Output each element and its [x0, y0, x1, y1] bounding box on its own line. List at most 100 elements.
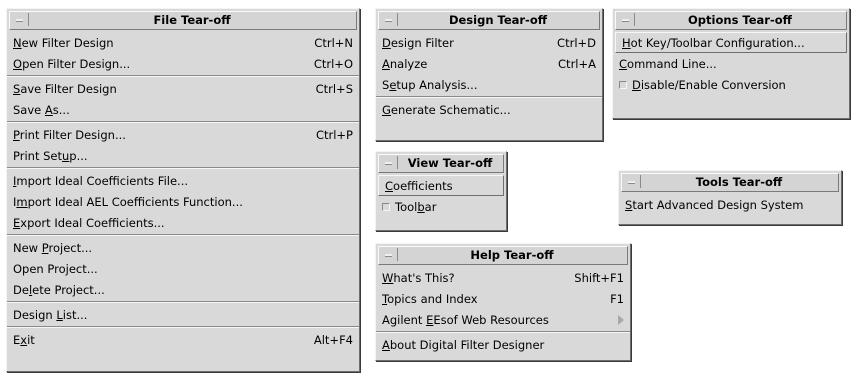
view-item[interactable]: Toolbar [376, 196, 506, 217]
menu-separator [7, 121, 359, 123]
file-item[interactable]: Open Project... [7, 258, 359, 279]
design-item[interactable]: Design Filter Ctrl+D [376, 32, 602, 53]
design-item[interactable]: Generate Schematic... [376, 99, 602, 120]
view-item[interactable]: Coefficients [378, 175, 504, 196]
menu-item-label: Start Advanced Design System [625, 198, 835, 212]
menu-item-label: Print Filter Design... [13, 128, 304, 142]
toggle-indicator-icon [382, 202, 390, 211]
menu-item-label: About Digital Filter Designer [382, 338, 624, 352]
accelerator: Ctrl+O [313, 56, 353, 71]
menu-item-label: Design Filter [382, 36, 545, 50]
options-menu-items: Hot Key/Toolbar Configuration... Command … [613, 32, 849, 95]
label-text: ot Key/Toolbar Configuration... [630, 35, 805, 50]
mnemonic: G [382, 102, 391, 117]
label-text: Design [13, 307, 57, 322]
label-text: esign Filter [390, 35, 454, 50]
design-tearoff-titlebar[interactable]: Design Tear-off [378, 11, 600, 30]
label-text: Tool [395, 199, 418, 214]
help-menu-items: What's This? Shift+F1 Topics and Index F1 Ag… [376, 267, 630, 355]
design-item[interactable]: Setup Analysis... [376, 74, 602, 95]
options-item[interactable]: Command Line... [613, 53, 849, 74]
file-tearoff-title: File Tear-off [153, 13, 231, 27]
menu-separator [7, 167, 359, 169]
menu-item-label: Import Ideal Coefficients File... [13, 174, 353, 188]
label-text: roject... [48, 240, 93, 255]
options-tearoff-titlebar[interactable]: Options Tear-off [615, 11, 847, 30]
label-text: ar [424, 199, 437, 214]
file-item[interactable]: Open Filter Design... Ctrl+O [7, 53, 359, 74]
label-text: Open Pro [13, 261, 66, 276]
menu-separator [7, 75, 359, 77]
file-item[interactable]: Delete Project... [7, 279, 359, 300]
window-menu-icon[interactable] [380, 13, 398, 26]
label-text: Agilent [382, 312, 427, 327]
file-item[interactable]: New Project... [7, 237, 359, 258]
label-text: tup Analysis... [396, 77, 478, 92]
menu-item-label: What's This? [382, 271, 562, 285]
menu-item-label: Open Project... [13, 262, 353, 276]
file-item[interactable]: Exit Alt+F4 [7, 329, 359, 350]
label-text: hat's This? [393, 270, 455, 285]
options-item[interactable]: Disable/Enable Conversion [613, 74, 849, 95]
view-tearoff-titlebar[interactable]: View Tear-off [378, 154, 504, 173]
window-menu-icon[interactable] [380, 248, 398, 261]
tools-item[interactable]: Start Advanced Design System [619, 194, 841, 215]
label-text: nalyze [389, 56, 428, 71]
file-item[interactable]: Save Filter Design Ctrl+S [7, 78, 359, 99]
help-item[interactable]: About Digital Filter Designer [376, 334, 630, 355]
file-item[interactable]: Import Ideal Coefficients File... [7, 170, 359, 191]
menu-item-label: New Filter Design [13, 36, 302, 50]
label-text: p... [69, 148, 88, 163]
label-text: mport Ideal Coefficients File... [16, 173, 189, 188]
menu-item-label: Export Ideal Coefficients... [13, 216, 353, 230]
label-text: tart Advanced Design System [632, 197, 804, 212]
menu-item-label: Exit [13, 333, 302, 347]
menu-separator [7, 234, 359, 236]
label-text: Print Set [13, 148, 62, 163]
label-text: enerate Schematic... [390, 102, 511, 117]
window-menu-icon[interactable] [617, 13, 635, 26]
file-item[interactable]: Design List... [7, 304, 359, 325]
file-tearoff-menu: File Tear-off New Filter Design Ctrl+N Ope… [6, 8, 360, 372]
help-item[interactable]: Topics and Index F1 [376, 288, 630, 309]
window-menu-icon[interactable] [11, 13, 29, 26]
options-item[interactable]: Hot Key/Toolbar Configuration... [615, 32, 847, 53]
help-item[interactable]: Agilent EEsof Web Resources [376, 309, 630, 330]
file-item[interactable]: Import Ideal AEL Coefficients Function..… [7, 191, 359, 212]
help-tearoff-title: Help Tear-off [470, 248, 554, 262]
menu-separator [7, 301, 359, 303]
mnemonic: P [13, 127, 20, 142]
menu-item-label: Save As... [13, 103, 353, 117]
tools-tearoff-menu: Tools Tear-off Start Advanced Design Sys… [618, 170, 842, 225]
menu-item-label: Import Ideal AEL Coefficients Function..… [13, 195, 353, 209]
label-text: bout Digital Filter Designer [389, 337, 545, 352]
view-tearoff-title: View Tear-off [407, 156, 493, 170]
menu-item-label: Open Filter Design... [13, 57, 302, 71]
label-text: ect... [68, 261, 98, 276]
label-text: ommand Line... [627, 56, 717, 71]
window-menu-icon[interactable] [623, 175, 641, 188]
help-item[interactable]: What's This? Shift+F1 [376, 267, 630, 288]
tools-tearoff-titlebar[interactable]: Tools Tear-off [621, 173, 839, 192]
label-text: ist... [62, 307, 88, 322]
file-item[interactable]: Export Ideal Coefficients... [7, 212, 359, 233]
file-item[interactable]: New Filter Design Ctrl+N [7, 32, 359, 53]
file-item[interactable]: Print Setup... [7, 145, 359, 166]
help-tearoff-titlebar[interactable]: Help Tear-off [378, 246, 628, 265]
label-text: xport Ideal Coefficients... [20, 215, 165, 230]
accelerator: Ctrl+P [315, 127, 353, 142]
file-item[interactable]: Save As... [7, 99, 359, 120]
accelerator: Ctrl+S [315, 81, 353, 96]
accelerator: Ctrl+A [558, 56, 596, 71]
menu-item-label: Coefficients [385, 179, 497, 193]
menu-item-label: Topics and Index [382, 292, 598, 306]
file-item[interactable]: Print Filter Design... Ctrl+P [7, 124, 359, 145]
submenu-arrow-icon [618, 314, 624, 325]
window-menu-icon[interactable] [380, 156, 398, 169]
design-item[interactable]: Analyze Ctrl+A [376, 53, 602, 74]
file-tearoff-titlebar[interactable]: File Tear-off [9, 11, 357, 30]
menu-item-label: Analyze [382, 57, 546, 71]
design-menu-items: Design Filter Ctrl+D Analyze Ctrl+A Setup An… [376, 32, 602, 120]
mnemonic: W [382, 270, 394, 285]
label-text: De [13, 282, 29, 297]
